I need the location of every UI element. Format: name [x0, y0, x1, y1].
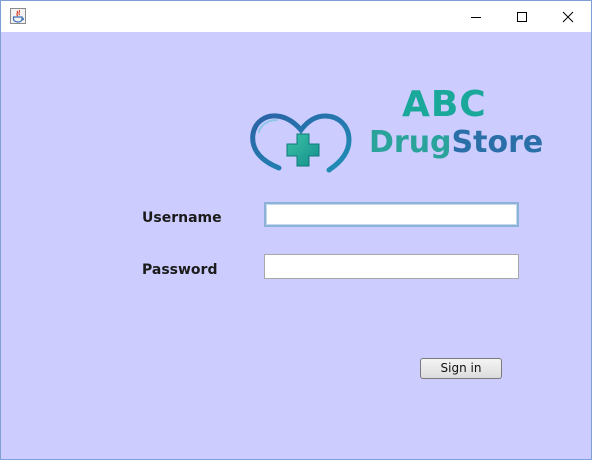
password-label: Password — [142, 262, 218, 278]
username-label: Username — [142, 210, 222, 226]
sign-in-button[interactable]: Sign in — [420, 358, 502, 379]
logo-abc-text: ABC — [402, 84, 487, 125]
password-field[interactable] — [264, 254, 519, 279]
login-window: ABC DrugStore Username Password Sign in — [0, 0, 592, 460]
abc-drugstore-logo: ABC DrugStore — [249, 82, 559, 187]
heart-plus-icon — [250, 113, 352, 173]
java-app-icon — [10, 8, 26, 24]
maximize-icon — [517, 12, 527, 22]
logo-store-text: Store — [451, 125, 544, 160]
close-icon — [562, 11, 574, 23]
logo-drug-text: Drug — [369, 125, 452, 160]
logo-drugstore-text: DrugStore — [369, 126, 543, 160]
maximize-button[interactable] — [499, 1, 545, 32]
minimize-icon — [471, 17, 481, 18]
title-bar[interactable] — [1, 1, 591, 32]
login-panel: ABC DrugStore Username Password Sign in — [1, 32, 591, 459]
username-field[interactable] — [264, 202, 519, 227]
minimize-button[interactable] — [453, 1, 499, 32]
close-button[interactable] — [545, 1, 591, 32]
